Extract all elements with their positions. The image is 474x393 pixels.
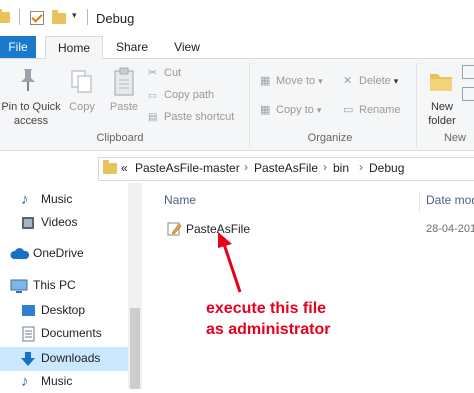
tab-share[interactable]: Share (110, 36, 154, 58)
music-note-icon: ♪ (21, 373, 29, 390)
nav-item-desktop[interactable]: Desktop (0, 300, 128, 322)
easy-access-icon[interactable] (462, 87, 474, 101)
annotation-text: execute this file as administrator (206, 298, 330, 340)
new-folder-icon[interactable] (52, 10, 66, 24)
paste-icon (114, 67, 134, 96)
nav-item-videos[interactable]: Videos (0, 212, 128, 234)
nav-item-onedrive[interactable]: OneDrive (0, 243, 128, 265)
column-header-date[interactable]: Date mod (426, 193, 474, 207)
tab-view[interactable]: View (165, 36, 209, 58)
pin-label-line2: access (13, 115, 49, 127)
new-folder-button[interactable]: New folder (420, 63, 464, 129)
window-title: Debug (96, 11, 135, 26)
tab-file[interactable]: File (0, 36, 36, 58)
breadcrumb-item[interactable]: Debug (369, 161, 404, 175)
breadcrumb-item[interactable]: PasteAsFile (254, 161, 318, 175)
ribbon: Pin to Quick access Copy Paste ✂ Cut ▭ Cop… (0, 59, 474, 151)
download-arrow-icon (21, 352, 35, 366)
address-bar[interactable]: « PasteAsFile-master › PasteAsFile › bin… (98, 157, 474, 181)
copy-path-icon: ▭ (148, 90, 157, 100)
annotation-arrow (218, 232, 242, 293)
paste-shortcut-icon: ▤ (148, 112, 158, 123)
cloud-icon (10, 248, 30, 259)
cut-button[interactable]: ✂ Cut (148, 64, 181, 82)
group-separator (416, 63, 417, 147)
nav-item-music[interactable]: ♪ Music (0, 189, 128, 211)
nav-item-downloads[interactable]: Downloads (0, 347, 128, 371)
copy-to-button[interactable]: ▦ Copy to ▾ (260, 101, 321, 119)
annotation-line-1: execute this file (206, 300, 327, 317)
qat-separator (19, 9, 20, 25)
copy-icon (71, 70, 92, 93)
move-to-button[interactable]: ▦ Move to ▾ (260, 72, 323, 90)
desktop-icon (22, 305, 35, 316)
delete-button[interactable]: ✕ Delete ▾ (343, 72, 398, 90)
film-icon (22, 217, 34, 229)
annotation-line-2: as administrator (206, 321, 331, 338)
breadcrumb-chevron-icon: › (323, 160, 327, 174)
copy-path-button[interactable]: ▭ Copy path (148, 86, 214, 104)
documents-icon (22, 326, 35, 342)
pin-icon (21, 69, 35, 91)
column-separator[interactable] (419, 192, 420, 212)
nav-item-music[interactable]: ♪ Music (0, 371, 128, 393)
organize-group-label: Organize (307, 132, 353, 144)
address-folder-icon (103, 160, 117, 174)
copy-button[interactable]: Copy (64, 63, 100, 129)
new-folder-label-line1: New (430, 101, 453, 113)
clipboard-group-label: Clipboard (96, 132, 144, 144)
properties-check-icon[interactable] (30, 11, 44, 25)
pin-label-line1: Pin to Quick (1, 101, 61, 113)
pin-to-quick-access-button[interactable]: Pin to Quick access (0, 63, 62, 129)
copy-to-icon: ▦ (260, 104, 271, 116)
ribbon-tab-bar: File Home Share View (0, 36, 474, 60)
music-note-icon: ♪ (21, 191, 29, 208)
breadcrumb-overflow[interactable]: « (121, 161, 128, 175)
navigation-pane: ♪ Music Videos OneDrive This PC Desktop (0, 183, 143, 390)
customize-dropdown-icon[interactable]: ▾ (72, 10, 77, 21)
breadcrumb-chevron-icon: › (359, 160, 363, 174)
chevron-down-icon: ▾ (393, 76, 399, 86)
paste-label: Paste (109, 101, 139, 113)
qat-separator (87, 9, 88, 25)
move-to-icon: ▦ (260, 75, 271, 87)
chevron-down-icon: ▾ (318, 76, 323, 86)
title-bar: ▾ Debug (0, 0, 474, 36)
new-item-icon[interactable] (462, 65, 474, 79)
group-separator (249, 63, 250, 147)
scissors-icon: ✂ (148, 67, 158, 79)
nav-item-documents[interactable]: Documents (0, 323, 128, 345)
rename-icon: ▭ (343, 104, 354, 116)
copy-label: Copy (69, 101, 95, 113)
nav-item-this-pc[interactable]: This PC (0, 275, 128, 297)
application-icon (167, 222, 182, 236)
computer-icon (10, 279, 28, 293)
tab-home[interactable]: Home (45, 36, 103, 60)
file-date: 28-04-201 (426, 223, 474, 235)
nav-scrollbar-thumb[interactable] (130, 308, 140, 389)
new-folder-icon (430, 74, 452, 91)
paste-button[interactable]: Paste (104, 63, 144, 129)
breadcrumb-item[interactable]: bin (333, 161, 349, 175)
delete-x-icon: ✕ (343, 75, 353, 87)
column-header-name[interactable]: Name (164, 193, 196, 207)
new-folder-label-line2: folder (428, 115, 456, 127)
chevron-down-icon: ▾ (316, 105, 322, 115)
breadcrumb-chevron-icon: › (244, 160, 248, 174)
breadcrumb-item[interactable]: PasteAsFile-master (135, 161, 240, 175)
paste-shortcut-button[interactable]: ▤ Paste shortcut (148, 108, 234, 126)
folder-icon[interactable] (0, 9, 10, 23)
new-group-label: New (443, 132, 466, 144)
rename-button[interactable]: ▭ Rename (343, 101, 401, 119)
